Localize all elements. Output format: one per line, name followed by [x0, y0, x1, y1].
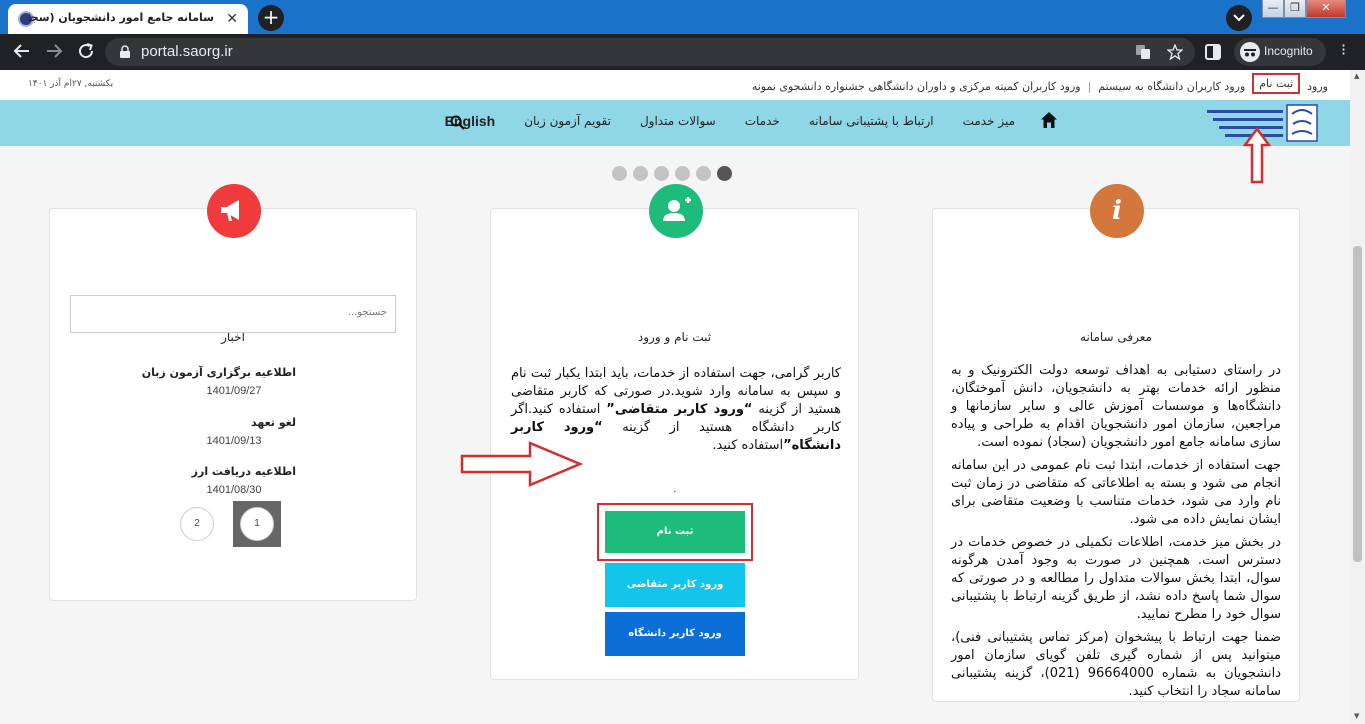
translate-icon[interactable]	[1135, 44, 1151, 60]
search-icon[interactable]	[450, 115, 465, 130]
divider: |	[1087, 79, 1092, 93]
page-content: ورود ثبت نام ورود کاربران دانشگاه به سیس…	[0, 70, 1350, 724]
close-window-button[interactable]: ✕	[1306, 0, 1346, 18]
incognito-indicator[interactable]: Incognito	[1234, 38, 1326, 66]
slider-dot[interactable]	[654, 166, 669, 181]
nav-item-service-desk[interactable]: میز خدمت	[963, 114, 1015, 128]
register-link[interactable]: ثبت نام	[1252, 73, 1301, 94]
nav-item-services[interactable]: خدمات	[745, 114, 780, 128]
search-placeholder: جستجو...	[347, 307, 387, 318]
committee-login-link[interactable]: ورود کاربران کمیته مرکزی و داوران دانشگا…	[745, 80, 1088, 93]
annotation-up-arrow-icon	[1243, 127, 1271, 184]
nav-item-support[interactable]: ارتباط با پشتیبانی سامانه	[809, 114, 934, 128]
scroll-up-icon[interactable]: ▲	[1354, 72, 1359, 80]
applicant-login-button[interactable]: ورود کاربر متقاضی	[605, 563, 745, 607]
slider-dot[interactable]	[675, 166, 690, 181]
main-navbar: میز خدمت ارتباط با پشتیبانی سامانه خدمات…	[0, 100, 1350, 146]
tab-title: سامانه جامع امور دانشجویان (سجاد) – ساما…	[29, 11, 214, 24]
signup-button[interactable]: ثبت نام	[605, 511, 745, 553]
lock-icon	[120, 45, 130, 58]
chevron-down-icon	[1233, 14, 1245, 22]
about-card: i معرفی سامانه در راستای دستیابی به اهدا…	[932, 184, 1300, 702]
register-title: ثبت نام و ورود	[637, 330, 712, 344]
news-item-date: 1401/09/27	[206, 385, 262, 397]
slider-dot[interactable]	[696, 166, 711, 181]
minimize-button[interactable]: —	[1262, 0, 1284, 18]
home-icon[interactable]	[1040, 111, 1058, 129]
page-scrollbar[interactable]: ▲ ▼	[1350, 70, 1365, 724]
slider-dot[interactable]	[612, 166, 627, 181]
address-bar[interactable]: portal.saorg.ir	[105, 38, 1195, 66]
scroll-thumb[interactable]	[1353, 246, 1362, 562]
info-icon: i	[1090, 184, 1144, 238]
pagination-page-2[interactable]: 2	[180, 507, 214, 541]
about-paragraph: ضمنا جهت ارتباط با پیشخوان (مرکز تماس پش…	[951, 630, 1281, 699]
browser-tab[interactable]: سامانه جامع امور دانشجویان (سجاد) – ساما…	[8, 4, 248, 34]
slider-dot-active[interactable]	[717, 166, 732, 181]
reload-icon[interactable]	[76, 42, 96, 62]
university-login-button[interactable]: ورود کاربر دانشگاه	[605, 612, 745, 656]
browser-tab-bar: سامانه جامع امور دانشجویان (سجاد) – ساما…	[0, 0, 1365, 34]
university-login-link[interactable]: ورود کاربران دانشگاه به سیستم	[1091, 80, 1252, 93]
maximize-button[interactable]: ❐	[1284, 0, 1306, 18]
pagination-page-1[interactable]: 1	[240, 507, 274, 541]
news-item-date: 1401/08/30	[206, 484, 262, 496]
forward-arrow-icon[interactable]	[44, 42, 64, 62]
about-text: در راستای دستیابی به اهداف توسعه دولت ال…	[951, 362, 1281, 706]
browser-menu-icon[interactable]: · · ·	[1341, 38, 1346, 62]
applicant-option-text: “ورود کاربر متقاضی”	[606, 402, 753, 417]
news-card: اخبار جستجو... اطلاعیه برگزاری آزمون زبا…	[49, 184, 417, 601]
add-user-icon	[649, 184, 703, 238]
current-date: یکشنبه, ۲۷ام آذر ۱۴۰۱	[28, 79, 114, 89]
about-title: معرفی سامانه	[1080, 330, 1152, 344]
new-tab-button[interactable]: +	[258, 5, 284, 31]
top-links-bar: ورود ثبت نام ورود کاربران دانشگاه به سیس…	[0, 70, 1350, 100]
incognito-label: Incognito	[1264, 44, 1313, 58]
url-text: portal.saorg.ir	[141, 43, 233, 60]
about-paragraph: جهت استفاده از خدمات، ابتدا ثبت نام عموم…	[951, 458, 1281, 527]
nav-item-faq[interactable]: سوالات متداول	[640, 114, 716, 128]
side-panel-icon[interactable]	[1205, 44, 1221, 60]
about-paragraph: در بخش میز خدمت، اطلاعات تکمیلی در خصوص …	[951, 535, 1281, 622]
login-link[interactable]: ورود	[1300, 80, 1335, 93]
scroll-down-icon[interactable]: ▼	[1354, 712, 1359, 720]
tab-close-icon[interactable]: ✕	[226, 11, 238, 27]
tab-search-button[interactable]	[1226, 5, 1252, 31]
news-item-date: 1401/09/13	[206, 435, 262, 447]
browser-toolbar: portal.saorg.ir Incognito · · ·	[0, 34, 1365, 70]
nav-item-exam-calendar[interactable]: تقویم آزمون زبان	[524, 114, 611, 128]
news-search-input[interactable]: جستجو...	[70, 295, 396, 333]
news-item-title[interactable]: لغو تعهد	[116, 416, 296, 429]
annotation-right-arrow-icon	[460, 441, 584, 487]
megaphone-icon	[207, 184, 261, 238]
bookmark-star-icon[interactable]	[1167, 44, 1183, 60]
slider-dot[interactable]	[633, 166, 648, 181]
slider-dots	[612, 166, 732, 181]
back-arrow-icon[interactable]	[12, 42, 32, 62]
news-item-title[interactable]: اطلاعیه برگزاری آزمون زبان	[116, 366, 296, 379]
register-text: استفاده کنید.	[712, 438, 784, 453]
nav-menu: میز خدمت ارتباط با پشتیبانی سامانه خدمات…	[445, 113, 1015, 129]
about-paragraph: در راستای دستیابی به اهداف توسعه دولت ال…	[951, 363, 1281, 450]
news-item-title[interactable]: اطلاعیه دریافت ارز	[116, 465, 296, 478]
window-controls: — ❐ ✕	[1262, 0, 1346, 20]
separator-dot: .	[673, 482, 677, 495]
incognito-icon	[1240, 42, 1260, 62]
top-links: ورود ثبت نام ورود کاربران دانشگاه به سیس…	[745, 73, 1335, 94]
